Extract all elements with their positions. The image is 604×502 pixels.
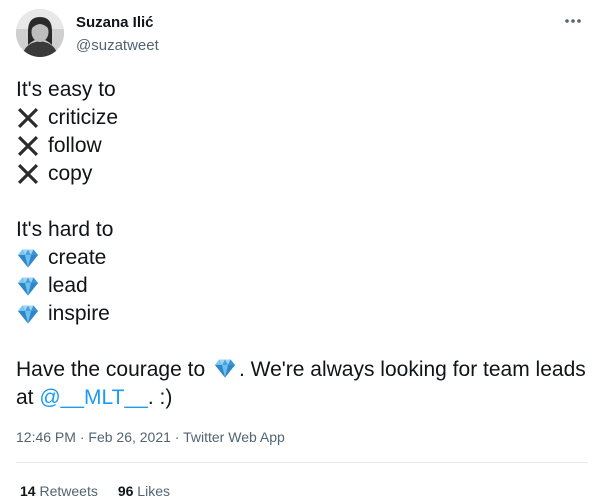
- engagement-stats: 14 Retweets 96 Likes: [20, 482, 190, 500]
- more-options-icon[interactable]: [562, 12, 584, 30]
- easy-item-label: follow: [48, 134, 102, 157]
- avatar[interactable]: [16, 9, 64, 57]
- likes-count: 96: [117, 483, 134, 499]
- easy-item-label: copy: [48, 162, 93, 185]
- cross-mark-icon: [16, 134, 40, 158]
- meta-separator: ·: [75, 429, 89, 445]
- easy-item-label: criticize: [48, 106, 119, 129]
- hard-intro: It's hard to: [16, 218, 114, 241]
- cross-mark-icon: [16, 106, 40, 130]
- cross-mark-icon: [16, 162, 40, 186]
- meta-separator: ·: [170, 429, 184, 445]
- hard-item: lead: [16, 272, 588, 300]
- likes-label: Likes: [137, 483, 170, 499]
- closing-end: . :): [147, 386, 173, 409]
- hard-item-label: inspire: [48, 302, 110, 325]
- easy-item: copy: [16, 160, 588, 188]
- hard-item-label: create: [48, 246, 107, 269]
- tweet-source[interactable]: Twitter Web App: [183, 429, 285, 445]
- hard-item: inspire: [16, 300, 588, 328]
- retweets-label: Retweets: [39, 483, 98, 499]
- closing-paragraph: Have the courage to . We're always looki…: [16, 356, 588, 412]
- hard-item: create: [16, 244, 588, 272]
- gem-icon: [16, 302, 40, 326]
- tweet-text: It's easy to criticize follow copy It's …: [16, 76, 588, 412]
- gem-icon: [16, 246, 40, 270]
- tweet-time[interactable]: 12:46 PM: [16, 429, 76, 445]
- tweet-date[interactable]: Feb 26, 2021: [88, 429, 171, 445]
- hard-item-label: lead: [48, 274, 88, 297]
- gem-icon: [16, 274, 40, 298]
- likes-stat[interactable]: 96 Likes: [118, 482, 170, 500]
- easy-item: criticize: [16, 104, 588, 132]
- tweet-meta: 12:46 PM · Feb 26, 2021 · Twitter Web Ap…: [16, 428, 285, 446]
- easy-item: follow: [16, 132, 588, 160]
- divider: [16, 462, 588, 463]
- retweets-count: 14: [20, 483, 36, 499]
- closing-start: Have the courage to: [16, 358, 206, 381]
- tweet-card: Suzana Ilić @suzatweet It's easy to crit…: [0, 0, 604, 502]
- author-name[interactable]: Suzana Ilić: [76, 14, 154, 32]
- author-handle[interactable]: @suzatweet: [76, 37, 159, 55]
- gem-icon: [213, 356, 237, 380]
- avatar-photo: [16, 9, 64, 57]
- mention-link[interactable]: @__MLT__: [39, 386, 147, 409]
- easy-intro: It's easy to: [16, 78, 116, 101]
- retweets-stat[interactable]: 14 Retweets: [20, 482, 98, 500]
